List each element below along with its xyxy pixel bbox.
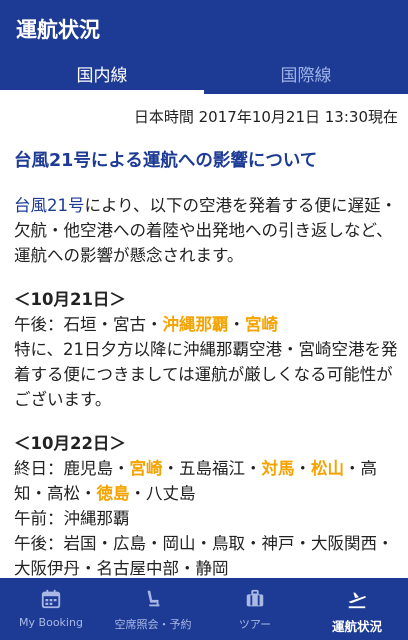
timestamp: 日本時間 2017年10月21日 13:30現在 xyxy=(133,108,398,126)
day1-section: ＜10月21日＞ 午後：石垣・宮古・沖縄那覇・宮崎 特に、21日夕方以降に沖縄那… xyxy=(14,287,398,412)
tab-international[interactable]: 国際線 xyxy=(204,60,408,94)
app-header: 運航状況 xyxy=(0,0,408,60)
day2-allday-mid1: ・五島福江・ xyxy=(162,459,262,478)
notice-content: 台風21号による運航への影響について 台風21号により、以下の空港を発着する便に… xyxy=(14,148,398,600)
nav-label: ツアー xyxy=(238,618,272,631)
airport-tsushima: 対馬 xyxy=(261,459,295,478)
airplane-departure-icon xyxy=(348,592,366,609)
airport-matsuyama: 松山 xyxy=(311,459,344,478)
tab-bar: 国内線 国際線 xyxy=(0,60,408,94)
nav-flight-status[interactable]: 運航状況 xyxy=(306,578,408,640)
tab-domestic[interactable]: 国内線 xyxy=(0,60,204,94)
day2-section: ＜10月22日＞ 終日：鹿児島・宮崎・五島福江・対馬・松山・高知・高松・徳島・八… xyxy=(14,431,398,581)
airport-tokushima: 徳島 xyxy=(96,484,130,503)
typhoon-link[interactable]: 台風21号 xyxy=(14,196,85,215)
bottom-nav: My Booking 空席照会・予約 ツアー 運航状況 xyxy=(0,578,408,640)
day1-afternoon-prefix: 午後：石垣・宮古・ xyxy=(14,315,163,334)
day2-allday-end: ・八丈島 xyxy=(129,484,196,503)
airport-okinawa-naha: 沖縄那覇 xyxy=(162,315,229,334)
notice-title: 台風21号による運航への影響について xyxy=(14,151,318,171)
notice-intro: 台風21号により、以下の空港を発着する便に遅延・欠航・他空港への着陸や出発地への… xyxy=(14,193,398,268)
day1-date: ＜10月21日＞ xyxy=(14,290,126,309)
suitcase-icon xyxy=(246,589,264,607)
nav-tour[interactable]: ツアー xyxy=(204,578,306,640)
day2-allday-prefix: 終日：鹿児島・ xyxy=(14,459,130,478)
separator: ・ xyxy=(228,315,246,334)
day2-allday: 終日：鹿児島・宮崎・五島福江・対馬・松山・高知・高松・徳島・八丈島 xyxy=(14,456,398,506)
nav-label: 空席照会・予約 xyxy=(114,618,192,631)
day2-date: ＜10月22日＞ xyxy=(14,434,126,453)
day1-afternoon: 午後：石垣・宮古・沖縄那覇・宮崎 xyxy=(14,312,398,337)
airport-miyazaki: 宮崎 xyxy=(129,459,163,478)
day2-morning: 午前：沖縄那覇 xyxy=(14,509,130,528)
page-title: 運航状況 xyxy=(16,18,100,42)
nav-label: 運航状況 xyxy=(331,619,382,634)
calendar-icon xyxy=(41,589,61,609)
airport-miyazaki: 宮崎 xyxy=(245,315,278,334)
day1-note: 特に、21日夕方以降に沖縄那覇空港・宮崎空港を発着する便につきましては運航が厳し… xyxy=(14,340,398,409)
seat-icon xyxy=(147,590,160,607)
nav-label: My Booking xyxy=(19,616,83,629)
day2-afternoon: 午後：岩国・広島・岡山・鳥取・神戸・大阪関西・大阪伊丹・名古屋中部・静岡 xyxy=(14,534,394,578)
nav-seat-search[interactable]: 空席照会・予約 xyxy=(102,578,204,640)
separator: ・ xyxy=(294,459,312,478)
nav-my-booking[interactable]: My Booking xyxy=(0,578,102,640)
